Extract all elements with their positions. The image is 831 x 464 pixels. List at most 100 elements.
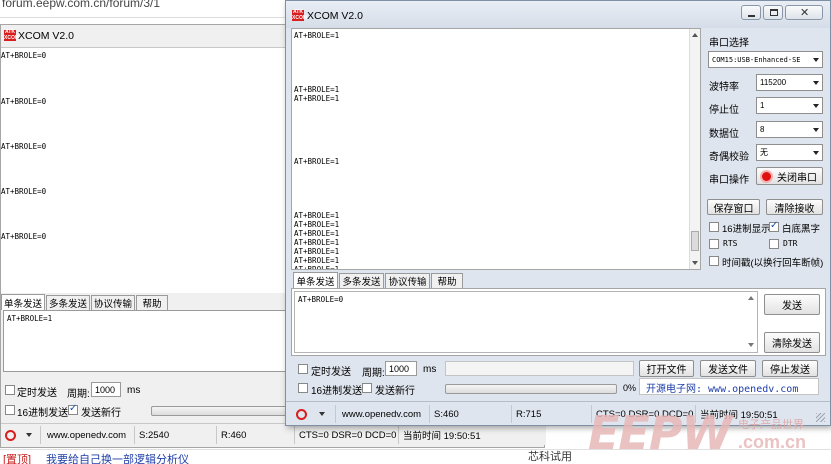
baud-rate-select[interactable]: 115200 <box>756 74 823 91</box>
back-hex-send-checkbox[interactable] <box>5 405 15 415</box>
eepw-logo-text: EEPW <box>588 406 732 460</box>
settings-gear-icon[interactable] <box>296 408 307 420</box>
back-send-text: AT+BROLE=1 <box>7 314 53 323</box>
send-input-scrollbar[interactable] <box>746 292 757 352</box>
front-newline-checkbox[interactable] <box>362 383 372 393</box>
openedv-ad-box[interactable]: 开源电子网: www.openedv.com <box>639 378 819 395</box>
dropdown-arrow-icon[interactable] <box>26 433 32 437</box>
port-status-icon <box>762 171 771 181</box>
close-button[interactable]: ✕ <box>785 5 823 20</box>
front-status-url[interactable]: www.openedv.com <box>338 405 430 423</box>
back-status-url[interactable]: www.openedv.com <box>43 426 135 444</box>
scroll-down-icon[interactable] <box>748 343 754 347</box>
send-file-button[interactable]: 发送文件 <box>700 360 756 377</box>
settings-gear-icon[interactable] <box>5 429 16 441</box>
back-status-bar: www.openedv.com S:2540 R:460 CTS=0 DSR=0… <box>1 423 546 445</box>
front-timed-send-label: 定时发送 <box>311 367 351 378</box>
front-tab-single-send[interactable]: 单条发送 <box>293 272 338 288</box>
back-tab-help[interactable]: 帮助 <box>136 295 168 310</box>
scroll-thumb[interactable] <box>691 231 699 251</box>
rx-line <box>294 139 339 148</box>
data-bits-select[interactable]: 8 <box>756 121 823 138</box>
back-status-gear[interactable] <box>1 426 41 444</box>
rx-line: AT+BROLE=1 <box>294 85 340 94</box>
timestamp-label: 时间戳(以换行回车断帧) <box>722 258 824 269</box>
chevron-down-icon <box>813 151 819 155</box>
save-window-button[interactable]: 保存窗口 <box>707 199 760 215</box>
send-button[interactable]: 发送 <box>764 294 820 315</box>
front-tab-protocol[interactable]: 协议传输 <box>385 273 430 288</box>
back-period-input[interactable]: 1000 <box>91 382 121 397</box>
back-newline-checkbox[interactable] <box>68 403 78 415</box>
rx-line: AT+BROLE=1 <box>294 157 340 166</box>
minimize-button[interactable] <box>741 5 761 20</box>
parity-value: 无 <box>760 148 768 157</box>
back-tab-single-send[interactable]: 单条发送 <box>1 294 45 310</box>
rx-line: AT+BROLE=1 <box>294 220 340 229</box>
stop-bits-select[interactable]: 1 <box>756 97 823 114</box>
parity-label: 奇偶校验 <box>709 152 749 163</box>
clear-receive-button[interactable]: 清除接收 <box>766 199 823 215</box>
back-send-input[interactable]: AT+BROLE=1 <box>3 310 293 372</box>
front-status-received: R:715 <box>512 405 592 423</box>
back-status-sent: S:2540 <box>135 426 217 444</box>
dtr-checkbox[interactable] <box>769 239 779 249</box>
rx-line: AT+BROLE=1 <box>294 94 340 103</box>
rx-line: AT+BROLE=1 <box>294 247 340 256</box>
eepw-cn-text: 电子产品世界 <box>738 419 804 431</box>
stop-send-button[interactable]: 停止发送 <box>762 360 818 377</box>
front-period-input[interactable]: 1000 <box>385 361 417 376</box>
open-file-button[interactable]: 打开文件 <box>639 360 694 377</box>
front-hex-send-checkbox[interactable] <box>298 383 308 393</box>
rx-line <box>294 130 339 139</box>
white-bg-checkbox[interactable] <box>769 220 779 232</box>
back-status-signals: CTS=0 DSR=0 DCD=0 <box>295 426 399 444</box>
port-select-value: COM15:USB-Enhanced-SE <box>712 55 801 64</box>
rx-line <box>294 148 339 157</box>
xcom-logo-icon: ATK XCOM <box>4 29 19 41</box>
front-send-text: AT+BROLE=0 <box>298 295 344 304</box>
front-window-title: XCOM V2.0 <box>307 10 364 22</box>
clear-send-button[interactable]: 清除发送 <box>764 332 820 353</box>
front-timed-send-checkbox[interactable] <box>298 364 308 374</box>
rx-line: AT+BROLE=0 <box>1 187 47 196</box>
front-tab-help[interactable]: 帮助 <box>431 273 463 288</box>
back-window-title: XCOM V2.0 <box>18 30 75 42</box>
data-bits-label: 数据位 <box>709 129 739 140</box>
eepw-domain-text: .com.cn <box>738 432 807 452</box>
eepw-watermark: EEPW 电子产品世界 .com.cn <box>588 406 831 464</box>
front-tab-multi-send[interactable]: 多条发送 <box>339 273 384 288</box>
scroll-down-icon[interactable] <box>692 261 698 265</box>
maximize-button[interactable] <box>763 5 783 20</box>
timestamp-checkbox[interactable] <box>709 256 719 266</box>
front-status-gear[interactable] <box>292 405 336 423</box>
sidebar-title[interactable]: 芯科试用 <box>528 448 572 464</box>
rx-line: AT+BROLE=1 <box>294 31 340 40</box>
rx-line <box>294 166 339 175</box>
dtr-label: DTR <box>783 239 798 248</box>
stop-bits-label: 停止位 <box>709 105 739 116</box>
scroll-up-icon[interactable] <box>748 296 754 300</box>
back-tab-protocol[interactable]: 协议传输 <box>91 295 135 310</box>
back-send-progress <box>151 406 291 416</box>
port-select[interactable]: COM15:USB-Enhanced-SE <box>708 51 823 68</box>
close-port-button[interactable]: 关闭串口 <box>756 167 823 185</box>
scroll-up-icon[interactable] <box>692 33 698 37</box>
front-receive-scrollbar[interactable] <box>689 29 700 269</box>
dropdown-arrow-icon[interactable] <box>319 412 325 416</box>
back-timed-send-checkbox[interactable] <box>5 385 15 395</box>
back-status-received: R:460 <box>217 426 295 444</box>
back-tab-multi-send[interactable]: 多条发送 <box>46 295 90 310</box>
rx-line <box>294 202 339 211</box>
file-path-field[interactable] <box>445 361 634 376</box>
front-send-input[interactable]: AT+BROLE=0 <box>294 291 758 353</box>
front-receive-area[interactable]: AT+BROLE=1 AT+BROLE=1 AT+BROLE=1 AT+BROLE=1… <box>291 28 701 270</box>
rx-line: AT+BROLE=0 <box>1 232 47 241</box>
back-period-label: 周期: <box>67 389 90 400</box>
front-period-label: 周期: <box>362 368 385 379</box>
pinned-thread-link[interactable]: 我要给自己换一部逻辑分析仪 <box>46 451 189 464</box>
rts-checkbox[interactable] <box>709 239 719 249</box>
hex-display-checkbox[interactable] <box>709 222 719 232</box>
parity-select[interactable]: 无 <box>756 144 823 161</box>
rx-line <box>294 40 339 49</box>
